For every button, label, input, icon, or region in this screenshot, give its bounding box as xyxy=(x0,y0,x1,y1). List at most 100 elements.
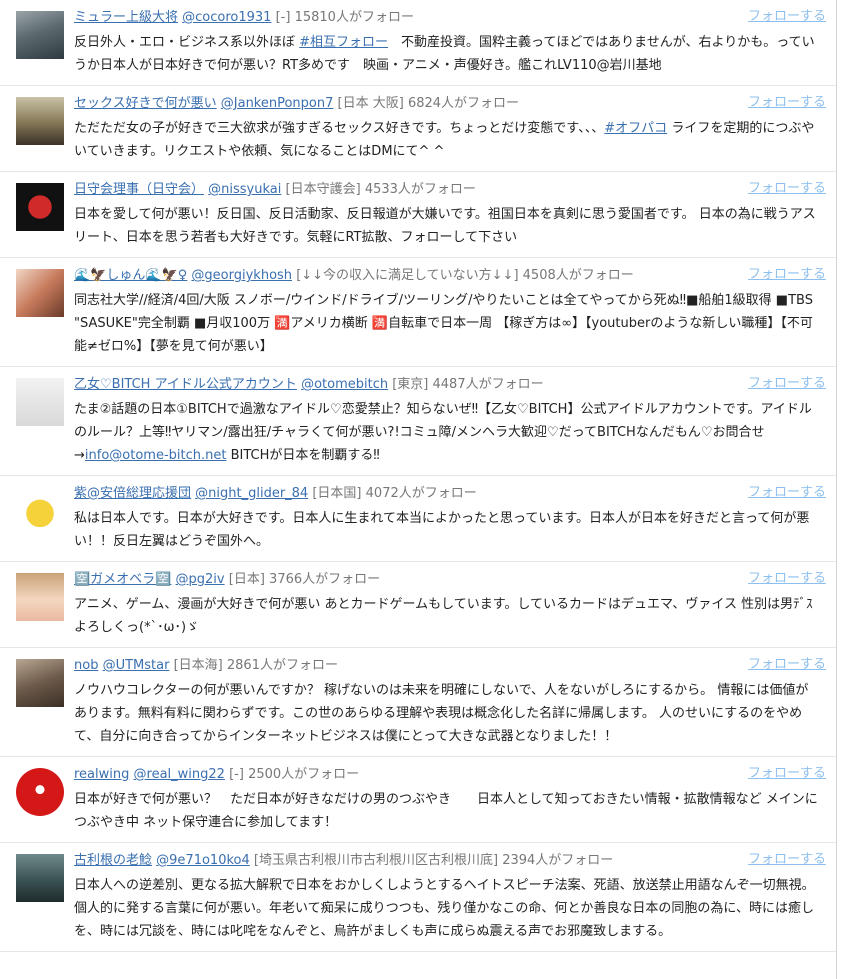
user-display-name[interactable]: 🌊🦅しゅん🌊🦅♀ xyxy=(74,268,187,283)
user-row: 🈳ガメオベラ🈳 @pg2iv [日本] 3766人がフォロー フォローする アニメ、… xyxy=(0,562,836,648)
user-bio: 日本人への逆差別、更なる拡大解釈で日本をおかしくしようとするヘイトスピーチ法案、… xyxy=(74,874,818,943)
user-row: セックス好きで何が悪い @JankenPonpon7 [日本 大阪] 6824人… xyxy=(0,86,836,172)
user-location: [-] xyxy=(275,10,291,25)
user-location: [日本国] xyxy=(312,486,362,501)
avatar[interactable] xyxy=(16,269,64,317)
user-handle[interactable]: @9e71o10ko4 xyxy=(156,853,250,868)
bio-text: 日本人への逆差別、更なる拡大解釈で日本をおかしくしようとするヘイトスピーチ法案、… xyxy=(74,878,815,939)
user-row: nob @UTMstar [日本海] 2861人がフォロー フォローする ノウハウコ… xyxy=(0,648,836,757)
avatar[interactable] xyxy=(16,573,64,621)
bio-link[interactable]: #オフパコ xyxy=(604,121,667,136)
user-header: 日守会理事（日守会） @nissyukai [日本守護会] 4533人がフォロー xyxy=(74,180,818,200)
bio-text: 日本が好きで何が悪い？ ただ日本が好きなだけの男のつぶやき 日本人として知ってお… xyxy=(74,792,818,830)
avatar[interactable] xyxy=(16,854,64,902)
avatar[interactable] xyxy=(16,378,64,426)
user-display-name[interactable]: セックス好きで何が悪い xyxy=(74,96,217,111)
follow-button[interactable]: フォローする xyxy=(748,764,826,784)
user-bio: アニメ、ゲーム、漫画が大好きで何が悪い あとカードゲームもしています。しているカ… xyxy=(74,593,818,639)
follow-button[interactable]: フォローする xyxy=(748,374,826,394)
bio-text: 日本を愛して何が悪い！反日国、反日活動家、反日報道が大嫌いです。祖国日本を真剣に… xyxy=(74,207,816,245)
follow-button[interactable]: フォローする xyxy=(748,265,826,285)
user-bio: 私は日本人です。日本が大好きです。日本人に生まれて本当によかったと思っています。… xyxy=(74,507,818,553)
user-bio: 同志社大学//経済/4回/大阪 スノボー/ウインド/ドライブ/ツーリング/やりた… xyxy=(74,289,818,358)
user-location: [日本守護会] xyxy=(285,182,361,197)
user-handle[interactable]: @cocoro1931 xyxy=(182,10,271,25)
user-location: [日本 大阪] xyxy=(337,96,404,111)
user-location: [↓↓今の収入に満足していない方↓↓] xyxy=(296,268,519,283)
user-handle[interactable]: @georgiykhosh xyxy=(191,268,292,283)
follow-button[interactable]: フォローする xyxy=(748,569,826,589)
user-handle[interactable]: @pg2iv xyxy=(176,572,225,587)
user-location: [東京] xyxy=(392,377,429,392)
user-row: 古利根の老鯰 @9e71o10ko4 [埼玉県古利根川市古利根川区古利根川底] … xyxy=(0,843,836,952)
follower-count: 4508人がフォロー xyxy=(522,268,634,283)
user-handle[interactable]: @JankenPonpon7 xyxy=(221,96,334,111)
user-row: ミュラー上級大将 @cocoro1931 [-] 15810人がフォロー フォロー… xyxy=(0,0,836,86)
follower-count: 4533人がフォロー xyxy=(364,182,476,197)
bio-text: 私は日本人です。日本が大好きです。日本人に生まれて本当によかったと思っています。… xyxy=(74,511,810,549)
user-location: [日本] xyxy=(228,572,265,587)
follower-count: 3766人がフォロー xyxy=(269,572,381,587)
follower-count: 4072人がフォロー xyxy=(365,486,477,501)
user-display-name[interactable]: 🈳ガメオベラ🈳 xyxy=(74,572,171,587)
bio-text: ノウハウコレクターの何が悪いんですか？ 稼げないのは未来を明確にしないで、人をな… xyxy=(74,683,809,744)
follower-count: 4487人がフォロー xyxy=(432,377,544,392)
user-bio: 日本が好きで何が悪い？ ただ日本が好きなだけの男のつぶやき 日本人として知ってお… xyxy=(74,788,818,834)
user-header: 🈳ガメオベラ🈳 @pg2iv [日本] 3766人がフォロー xyxy=(74,570,818,590)
user-handle[interactable]: @night_glider_84 xyxy=(195,486,308,501)
user-display-name[interactable]: nob xyxy=(74,658,98,673)
follow-button[interactable]: フォローする xyxy=(748,7,826,27)
avatar[interactable] xyxy=(16,97,64,145)
user-header: nob @UTMstar [日本海] 2861人がフォロー xyxy=(74,656,818,676)
user-row: 乙女♡BITCH アイドル公式アカウント @otomebitch [東京] 44… xyxy=(0,367,836,476)
user-handle[interactable]: @UTMstar xyxy=(103,658,170,673)
user-header: ミュラー上級大将 @cocoro1931 [-] 15810人がフォロー xyxy=(74,8,818,28)
user-header: realwing @real_wing22 [-] 2500人がフォロー xyxy=(74,765,818,785)
avatar[interactable] xyxy=(16,768,64,816)
user-handle[interactable]: @nissyukai xyxy=(208,182,281,197)
avatar[interactable] xyxy=(16,659,64,707)
follow-button[interactable]: フォローする xyxy=(748,655,826,675)
user-header: 🌊🦅しゅん🌊🦅♀ @georgiykhosh [↓↓今の収入に満足していない方↓… xyxy=(74,266,818,286)
user-header: 古利根の老鯰 @9e71o10ko4 [埼玉県古利根川市古利根川区古利根川底] … xyxy=(74,851,818,871)
bio-text: ただただ女の子が好きで三大欲求が強すぎるセックス好きです。ちょっとだけ変態です、… xyxy=(74,121,605,136)
user-handle[interactable]: @otomebitch xyxy=(301,377,388,392)
user-header: 紫@安倍総理応援団 @night_glider_84 [日本国] 4072人がフ… xyxy=(74,484,818,504)
user-location: [-] xyxy=(229,767,244,782)
bio-link[interactable]: info@otome-bitch.net xyxy=(85,448,227,463)
follow-suggestion-list: ミュラー上級大将 @cocoro1931 [-] 15810人がフォロー フォロー… xyxy=(0,0,837,979)
follower-count: 6824人がフォロー xyxy=(407,96,520,111)
follower-count: 15810人がフォロー xyxy=(294,10,414,25)
user-location: [埼玉県古利根川市古利根川区古利根川底] xyxy=(253,853,499,868)
user-row: realwing @real_wing22 [-] 2500人がフォロー フォロー… xyxy=(0,757,836,843)
bio-text: 反日外人・エロ・ビジネス系以外ほぼ xyxy=(74,35,300,50)
bio-text: BITCHが日本を制覇する‼ xyxy=(226,448,380,463)
user-row: 紫@安倍総理応援団 @night_glider_84 [日本国] 4072人がフ… xyxy=(0,476,836,562)
user-display-name[interactable]: ミュラー上級大将 xyxy=(74,10,178,25)
bio-text: 同志社大学//経済/4回/大阪 スノボー/ウインド/ドライブ/ツーリング/やりた… xyxy=(74,293,813,354)
user-display-name[interactable]: 紫@安倍総理応援団 xyxy=(74,486,191,501)
user-display-name[interactable]: 古利根の老鯰 xyxy=(74,853,152,868)
follow-button[interactable]: フォローする xyxy=(748,483,826,503)
avatar[interactable] xyxy=(16,487,64,535)
user-bio: ノウハウコレクターの何が悪いんですか？ 稼げないのは未来を明確にしないで、人をな… xyxy=(74,679,818,748)
follow-button[interactable]: フォローする xyxy=(748,850,826,870)
user-bio: 日本を愛して何が悪い！反日国、反日活動家、反日報道が大嫌いです。祖国日本を真剣に… xyxy=(74,203,818,249)
follow-button[interactable]: フォローする xyxy=(748,179,826,199)
follower-count: 2394人がフォロー xyxy=(502,853,614,868)
user-location: [日本海] xyxy=(173,658,223,673)
bio-link[interactable]: #相互フォロー xyxy=(299,35,388,50)
avatar[interactable] xyxy=(16,183,64,231)
follower-count: 2861人がフォロー xyxy=(226,658,338,673)
user-display-name[interactable]: 乙女♡BITCH アイドル公式アカウント xyxy=(74,377,297,392)
user-row: 日守会理事（日守会） @nissyukai [日本守護会] 4533人がフォロー… xyxy=(0,172,836,258)
user-row: 🌊🦅しゅん🌊🦅♀ @georgiykhosh [↓↓今の収入に満足していない方↓… xyxy=(0,258,836,367)
user-bio: 反日外人・エロ・ビジネス系以外ほぼ #相互フォロー 不動産投資。国粋主義ってほど… xyxy=(74,31,818,77)
avatar[interactable] xyxy=(16,11,64,59)
user-display-name[interactable]: 日守会理事（日守会） xyxy=(74,182,204,197)
user-header: 乙女♡BITCH アイドル公式アカウント @otomebitch [東京] 44… xyxy=(74,375,818,395)
user-handle[interactable]: @real_wing22 xyxy=(134,767,225,782)
user-display-name[interactable]: realwing xyxy=(74,767,129,782)
follow-button[interactable]: フォローする xyxy=(748,93,826,113)
user-bio: たま②話題の日本①BITCHで過激なアイドル♡恋愛禁止？知らないぜ‼【乙女♡BI… xyxy=(74,398,818,467)
